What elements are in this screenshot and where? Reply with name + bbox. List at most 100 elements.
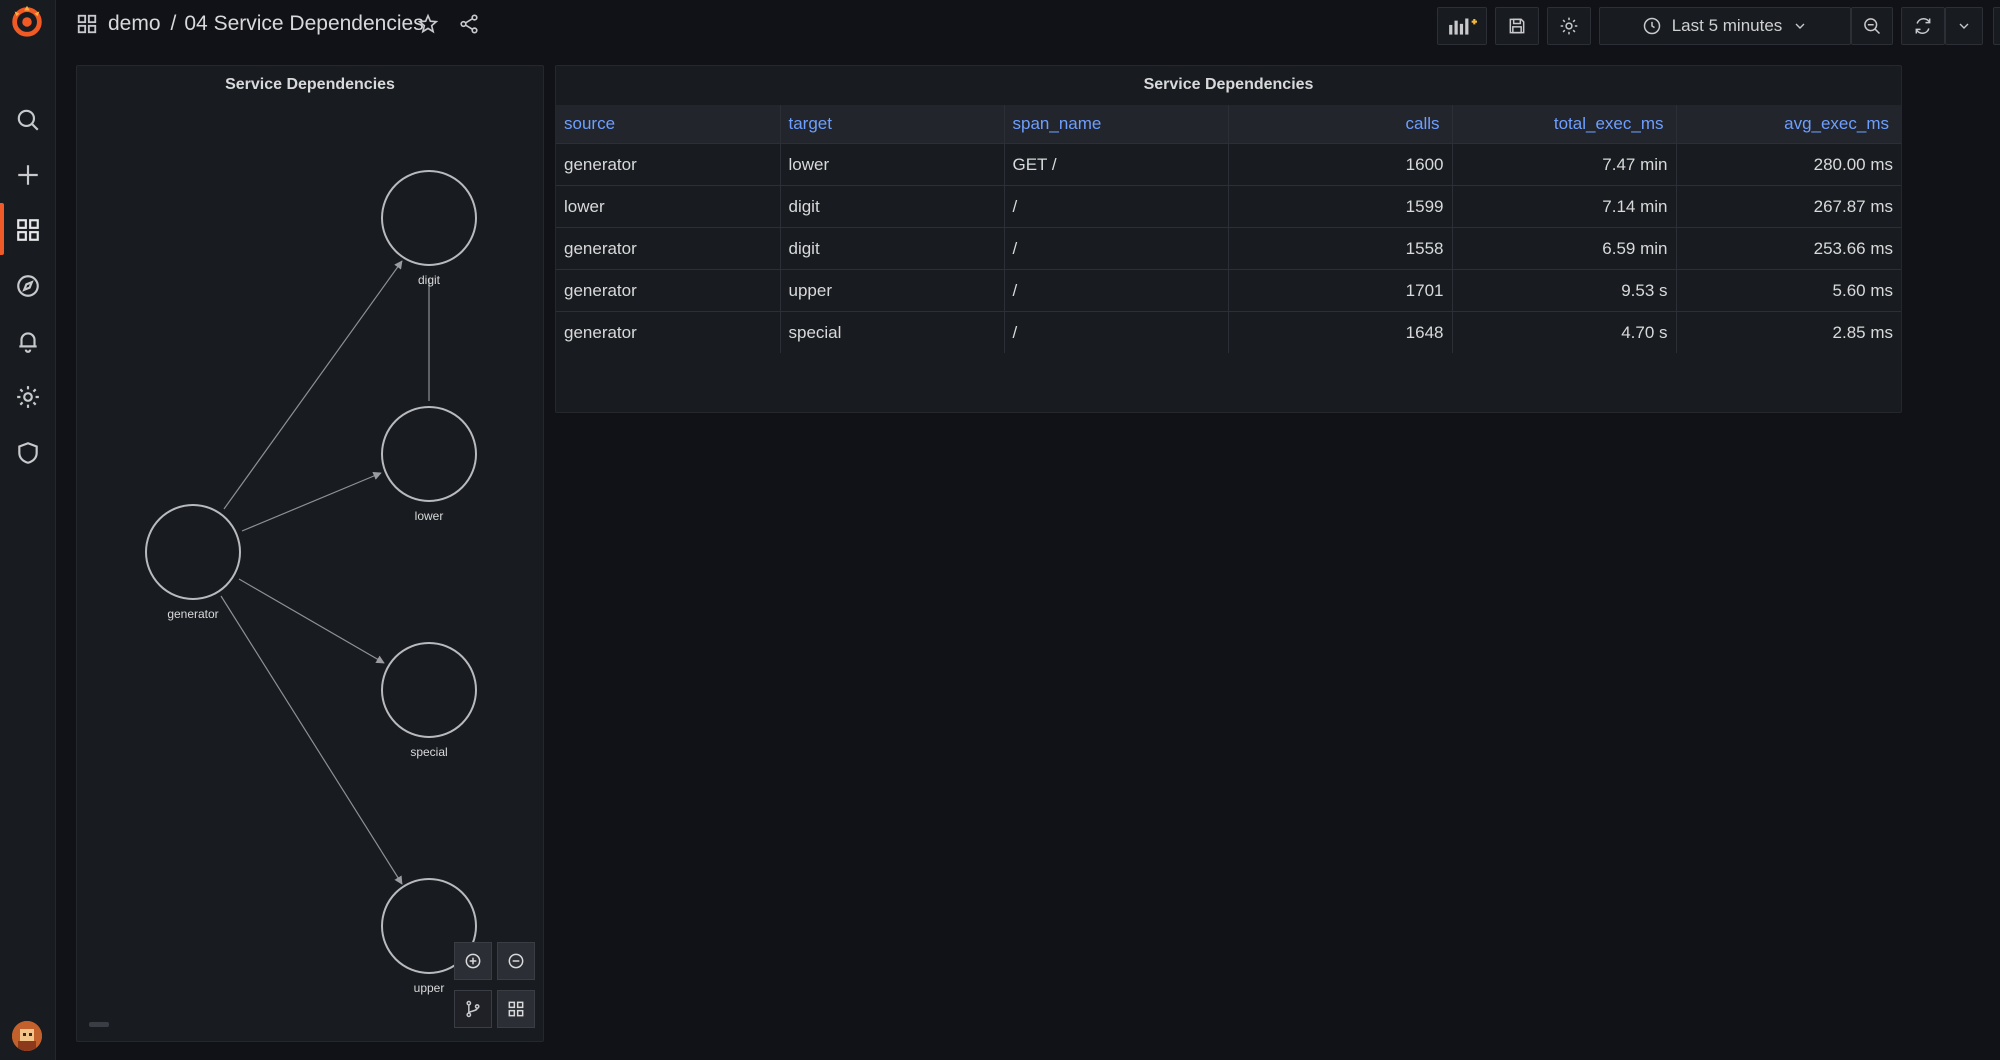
node-label: special <box>410 745 447 759</box>
table-row: generator upper / 1701 9.53 s 5.60 ms <box>556 269 1901 312</box>
table-cell: / <box>1003 311 1228 353</box>
node-generator[interactable] <box>145 504 241 600</box>
column-header[interactable]: target <box>779 105 1004 144</box>
add-panel-icon <box>1449 18 1477 35</box>
table-cell: / <box>1003 269 1228 312</box>
table-cell: digit <box>779 185 1004 228</box>
explore-compass-icon[interactable] <box>0 264 55 308</box>
table-cell: 4.70 s <box>1451 311 1676 353</box>
node-lower[interactable] <box>381 406 477 502</box>
node-special[interactable] <box>381 642 477 738</box>
alerting-bell-icon[interactable] <box>0 319 55 363</box>
table-row: generator digit / 1558 6.59 min 253.66 m… <box>556 227 1901 270</box>
zoom-in-icon <box>465 953 481 969</box>
save-dashboard-button[interactable] <box>1495 7 1539 45</box>
table-cell: generator <box>556 227 780 270</box>
star-icon[interactable] <box>414 10 442 38</box>
table-cell: 1599 <box>1227 185 1452 228</box>
table-cell: generator <box>556 311 780 353</box>
save-icon <box>1509 18 1525 34</box>
server-admin-shield-icon[interactable] <box>0 431 55 475</box>
scrollbar[interactable] <box>89 1022 109 1027</box>
column-header[interactable]: span_name <box>1003 105 1228 144</box>
node-label: lower <box>415 509 444 523</box>
node-label: generator <box>167 607 218 621</box>
chevron-down-icon <box>1959 23 1969 29</box>
tv-mode-button[interactable] <box>1993 7 2000 45</box>
zoom-out-icon <box>508 953 524 969</box>
table-cell: 267.87 ms <box>1675 185 1901 228</box>
table-cell: 7.14 min <box>1451 185 1676 228</box>
refresh-interval-dropdown[interactable] <box>1945 7 1983 45</box>
column-header[interactable]: source <box>556 105 780 144</box>
dashboard-title[interactable]: 04 Service Dependencies <box>184 12 423 36</box>
table-cell: lower <box>556 185 780 228</box>
table-cell: 280.00 ms <box>1675 143 1901 186</box>
table-cell: 7.47 min <box>1451 143 1676 186</box>
table-cell: 2.85 ms <box>1675 311 1901 353</box>
user-avatar[interactable] <box>12 1021 42 1051</box>
table-row: generator special / 1648 4.70 s 2.85 ms <box>556 311 1901 353</box>
table-row: generator lower GET / 1600 7.47 min 280.… <box>556 143 1901 186</box>
zoom-out-button[interactable] <box>497 942 535 980</box>
node-digit[interactable] <box>381 170 477 266</box>
table-cell: 1648 <box>1227 311 1452 353</box>
edge-generator-digit <box>223 260 403 510</box>
plus-icon[interactable] <box>0 153 55 197</box>
zoom-out-icon <box>1864 18 1881 35</box>
panel-title: Service Dependencies <box>1143 76 1314 93</box>
breadcrumb: demo / 04 Service Dependencies <box>76 12 424 36</box>
dependencies-table: source target span_name calls total_exec… <box>556 105 1901 353</box>
edge-generator-upper <box>220 595 403 885</box>
grid-icon <box>508 1001 524 1017</box>
node-label: digit <box>418 273 441 287</box>
table-cell: special <box>779 311 1004 353</box>
table-cell: 1558 <box>1227 227 1452 270</box>
table-cell: / <box>1003 185 1228 228</box>
zoom-out-time-button[interactable] <box>1851 7 1893 45</box>
table-cell: 6.59 min <box>1451 227 1676 270</box>
table-row: lower digit / 1599 7.14 min 267.87 ms <box>556 185 1901 228</box>
zoom-in-button[interactable] <box>454 942 492 980</box>
edge-generator-special <box>238 578 385 664</box>
column-header[interactable]: calls <box>1227 105 1452 144</box>
table-cell: upper <box>779 269 1004 312</box>
dashboard-settings-button[interactable] <box>1547 7 1591 45</box>
refresh-button[interactable] <box>1901 7 1945 45</box>
grafana-logo-icon[interactable] <box>8 2 46 40</box>
search-icon[interactable] <box>0 98 55 142</box>
table-cell: 1600 <box>1227 143 1452 186</box>
branch-icon <box>466 1000 480 1018</box>
grid-layout-button[interactable] <box>497 990 535 1028</box>
table-header-row: source target span_name calls total_exec… <box>556 105 1901 144</box>
service-graph-panel: Service Dependencies digit lower generat… <box>76 65 544 1042</box>
chevron-down-icon <box>1795 23 1805 29</box>
table-cell: / <box>1003 227 1228 270</box>
table-cell: generator <box>556 143 780 186</box>
side-menu <box>0 0 56 1060</box>
share-icon[interactable] <box>455 10 483 38</box>
table-cell: 5.60 ms <box>1675 269 1901 312</box>
column-header[interactable]: avg_exec_ms <box>1675 105 1901 144</box>
add-panel-button[interactable] <box>1437 7 1487 45</box>
service-graph: digit lower generator special upper <box>145 170 477 995</box>
top-navbar: demo / 04 Service Dependencies Last 5 mi… <box>56 0 2000 52</box>
layered-layout-button[interactable] <box>454 990 492 1028</box>
breadcrumb-separator: / <box>170 12 177 35</box>
gear-icon <box>1560 17 1578 35</box>
table-cell: lower <box>779 143 1004 186</box>
table-cell: 253.66 ms <box>1675 227 1901 270</box>
table-cell: GET / <box>1003 143 1228 186</box>
node-label: upper <box>414 981 445 995</box>
dashboard-grid-icon <box>77 14 97 34</box>
table-cell: 1701 <box>1227 269 1452 312</box>
configuration-gear-icon[interactable] <box>0 375 55 419</box>
dashboards-icon[interactable] <box>0 208 55 252</box>
column-header[interactable]: total_exec_ms <box>1451 105 1676 144</box>
table-cell: generator <box>556 269 780 312</box>
time-range-picker[interactable]: Last 5 minutes <box>1599 7 1851 45</box>
refresh-icon <box>1915 17 1931 35</box>
breadcrumb-folder[interactable]: demo <box>108 12 161 36</box>
dependencies-table-panel: Service Dependencies source target span_… <box>555 65 1902 413</box>
table-cell: digit <box>779 227 1004 270</box>
